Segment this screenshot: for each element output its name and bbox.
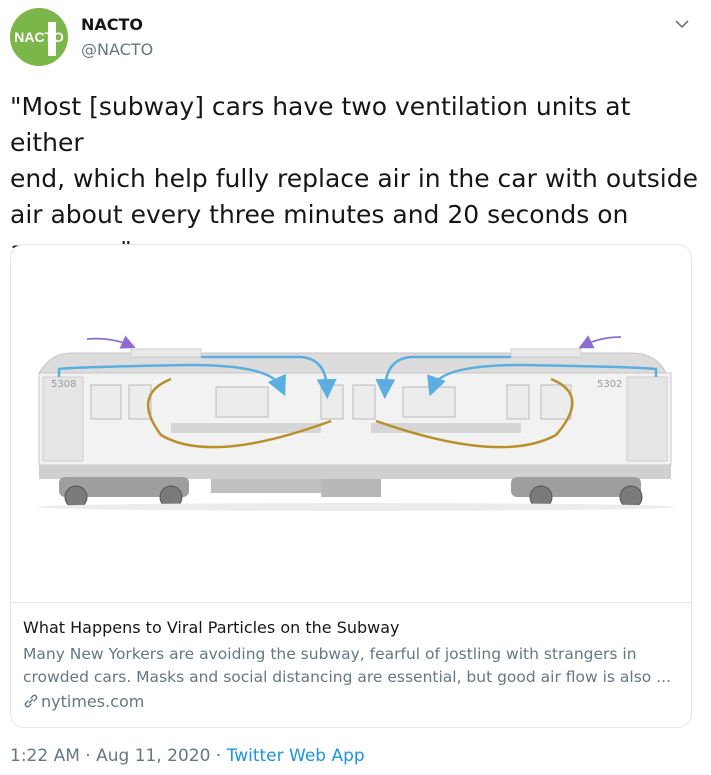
author-name[interactable]: NACTO [81,15,143,34]
tweet-time[interactable]: 1:22 AM [10,746,80,766]
tweet-date[interactable]: Aug 11, 2020 [96,746,210,766]
tweet-text-line: "Most [subway] cars have two ventilation… [10,92,631,157]
card-description-line: Many New Yorkers are avoiding the subway… [23,645,637,663]
avatar[interactable]: NACTO [10,8,68,66]
meta-separator: · [79,746,97,766]
card-description: Many New Yorkers are avoiding the subway… [23,643,683,689]
subway-car-image: 5308 5302 [11,245,691,603]
tweet-text: "Most [subway] cars have two ventilation… [10,89,700,269]
chevron-down-icon[interactable] [672,14,692,34]
card-title[interactable]: What Happens to Viral Particles on the S… [23,618,400,637]
tweet-text-line: air about every three minutes and 20 sec… [10,200,629,229]
tweet-meta: 1:22 AM · Aug 11, 2020 · Twitter Web App [10,746,365,766]
author-handle[interactable]: @NACTO [81,40,153,59]
tweet-text-line: end, which help fully replace air in the… [10,164,698,193]
card-description-line: crowded cars. Masks and social distancin… [23,668,672,686]
svg-text:5308: 5308 [51,379,76,390]
tweet-source-link[interactable]: Twitter Web App [227,746,365,766]
svg-text:5302: 5302 [597,379,622,390]
link-icon [24,694,38,708]
card-domain-text[interactable]: nytimes.com [41,692,144,711]
link-card[interactable]: 5308 5302 What Happens to Viral Particle… [10,244,692,728]
meta-separator: · [210,746,227,766]
card-domain[interactable]: nytimes.com [23,692,144,711]
avatar-logo-text: NACTO [14,29,64,45]
